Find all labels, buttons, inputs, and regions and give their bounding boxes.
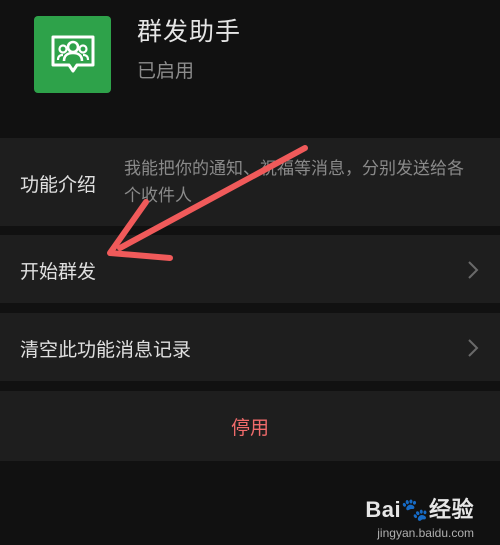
disable-label: 停用 xyxy=(230,416,269,439)
screen: 群发助手 已启用 功能介绍 我能把你的通知、祝福等消息，分别发送给各个收件人 开… xyxy=(0,0,500,545)
app-header: 群发助手 已启用 xyxy=(0,0,500,130)
app-title: 群发助手 xyxy=(137,17,242,46)
paw-icon: 🐾 xyxy=(401,497,429,522)
chevron-right-icon xyxy=(468,261,479,279)
start-broadcast-row[interactable]: 开始群发 xyxy=(0,235,500,303)
feature-intro-description: 我能把你的通知、祝福等消息，分别发送给各个收件人 xyxy=(124,159,464,206)
clear-history-row[interactable]: 清空此功能消息记录 xyxy=(0,313,500,381)
start-broadcast-label: 开始群发 xyxy=(20,261,97,283)
app-icon xyxy=(34,16,111,93)
feature-intro-label: 功能介绍 xyxy=(20,174,97,196)
baidu-jingyan-watermark: Bai🐾经验 jingyan.baidu.com xyxy=(365,492,474,540)
watermark-url: jingyan.baidu.com xyxy=(377,526,474,540)
watermark-brand-prefix: Bai xyxy=(365,497,402,522)
watermark-brand-suffix: 经验 xyxy=(428,497,474,522)
app-status: 已启用 xyxy=(137,60,195,82)
watermark-brand: Bai🐾经验 xyxy=(365,492,474,524)
disable-button[interactable]: 停用 xyxy=(0,391,500,461)
chevron-right-icon xyxy=(468,339,479,357)
feature-intro-row: 功能介绍 我能把你的通知、祝福等消息，分别发送给各个收件人 xyxy=(0,138,500,226)
clear-history-label: 清空此功能消息记录 xyxy=(20,339,192,361)
group-users-icon xyxy=(51,35,94,72)
